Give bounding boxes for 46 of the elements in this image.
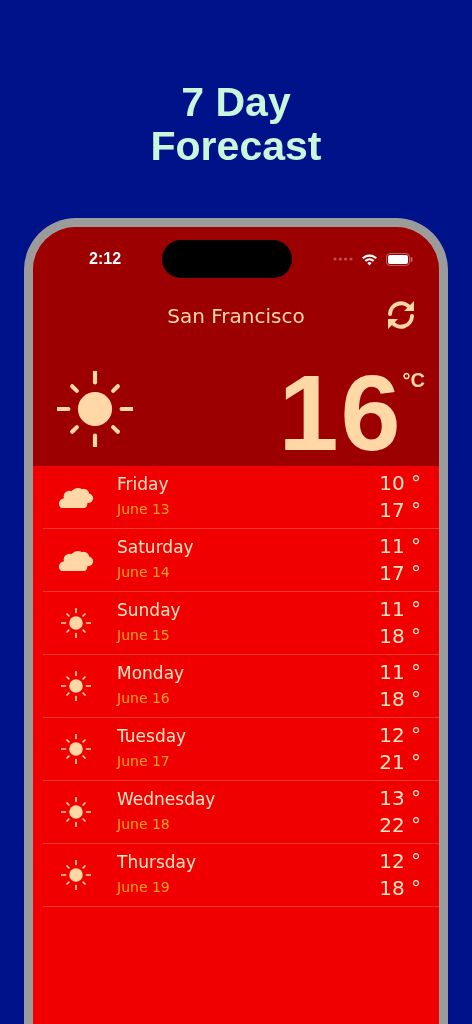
sun-icon [61,608,91,638]
high-temperature: 17 ° [379,498,421,522]
day-name: Tuesday [117,726,187,746]
sun-icon [57,371,133,447]
page-title: Forecast [150,124,322,168]
sun-icon [61,734,91,764]
refresh-icon[interactable] [385,299,417,331]
sun-icon [61,860,91,890]
page-title: 7 Day [181,80,291,124]
day-date: June 15 [117,627,170,643]
day-name: Friday [117,474,169,494]
high-temperature: 22 ° [379,813,421,837]
day-date: June 14 [117,564,170,580]
current-temperature: 16 [278,359,403,467]
high-temperature: 18 ° [379,876,421,900]
day-name: Monday [117,663,185,683]
status-time: 2:12 [89,249,122,269]
signal-icon [333,257,353,261]
low-temperature: 11 ° [379,597,421,621]
low-temperature: 11 ° [379,534,421,558]
low-temperature: 12 ° [379,723,421,747]
day-name: Sunday [117,600,181,620]
low-temperature: 10 ° [379,471,421,495]
low-temperature: 11 ° [379,660,421,684]
cloud-icon [57,485,95,509]
high-temperature: 18 ° [379,624,421,648]
cloud-icon [57,548,95,572]
day-name: Saturday [117,537,194,557]
high-temperature: 18 ° [379,687,421,711]
low-temperature: 12 ° [379,849,421,873]
battery-icon [386,252,413,266]
wifi-icon [361,252,378,266]
sun-icon [61,797,91,827]
sun-icon [61,671,91,701]
day-date: June 16 [117,690,170,706]
day-date: June 19 [117,879,170,895]
high-temperature: 21 ° [379,750,421,774]
day-name: Thursday [117,852,197,872]
high-temperature: 17 ° [379,561,421,585]
temperature-unit: °C [402,368,425,393]
day-date: June 13 [117,501,170,517]
low-temperature: 13 ° [379,786,421,810]
city-name: San Francisco [167,304,305,328]
day-date: June 17 [117,753,170,769]
day-date: June 18 [117,816,170,832]
day-name: Wednesday [117,789,216,809]
